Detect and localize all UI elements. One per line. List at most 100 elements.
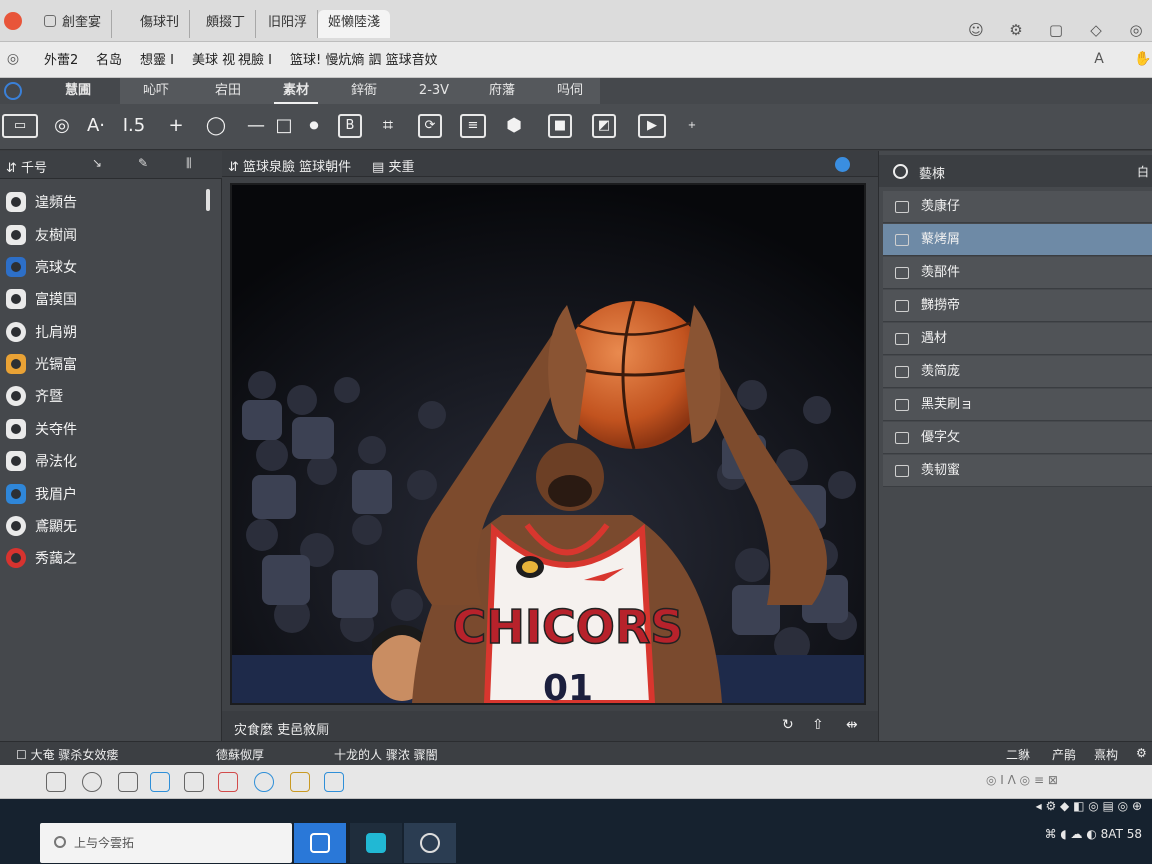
rect-tool-icon[interactable]: □ xyxy=(272,114,296,138)
app-tab-3[interactable]: 宕田 xyxy=(204,78,252,104)
folder-icon[interactable] xyxy=(290,772,310,792)
left-item-4[interactable]: 富摸国 xyxy=(6,288,77,312)
right-item-1[interactable]: 羡康仔 xyxy=(883,191,1152,223)
right-item-7[interactable]: 黑芙刷ョ xyxy=(883,389,1152,421)
right-item-2[interactable]: 藂烤屑 xyxy=(883,224,1152,256)
right-item-6[interactable]: 羡简庞 xyxy=(883,356,1152,388)
app-tab-8[interactable]: 吗伺 xyxy=(546,78,594,104)
app-tab-5[interactable]: 鋅衙 xyxy=(340,78,388,104)
photo-preview[interactable]: CHICORS 01 xyxy=(230,183,866,705)
right-item-8[interactable]: 優字攵 xyxy=(883,422,1152,454)
size-tool[interactable]: ꓲ.5 xyxy=(122,114,146,138)
stop-tool-icon[interactable]: ■ xyxy=(548,114,572,138)
rotate-icon[interactable]: ↻ xyxy=(782,717,794,733)
browser-tab-5[interactable]: 姬懒陸淺 xyxy=(318,10,391,38)
circle-tool-icon[interactable]: ◎ xyxy=(50,114,74,138)
line-tool[interactable]: — xyxy=(244,114,268,138)
window-icon[interactable] xyxy=(46,772,66,792)
list-tool-icon[interactable]: ≡ xyxy=(460,114,486,138)
pen-icon[interactable] xyxy=(12,772,32,792)
sort-icon[interactable]: ⇵ xyxy=(228,160,239,175)
web-icon[interactable] xyxy=(835,157,850,172)
doc-icon[interactable] xyxy=(324,772,344,792)
left-item-5[interactable]: 扎肩朔 xyxy=(6,321,77,345)
status-settings-icon[interactable]: ⚙ xyxy=(1136,746,1147,760)
mask-icon[interactable] xyxy=(118,772,138,792)
home-icon[interactable]: ◎ xyxy=(4,50,22,68)
columns-icon[interactable]: ⫼ xyxy=(186,156,192,171)
copy-icon[interactable]: ▢ xyxy=(1046,20,1066,40)
menu-item-4[interactable]: 美球 视 xyxy=(192,49,235,68)
up-icon[interactable]: ⇧ xyxy=(812,717,824,733)
crop-tool-icon[interactable]: ⌗ xyxy=(376,114,400,138)
add-tool[interactable]: + xyxy=(164,114,188,138)
video-tool-icon[interactable]: ▶ xyxy=(638,114,666,138)
filter-icon[interactable]: ⇵ xyxy=(6,161,17,176)
taskbar-search[interactable]: 上与今雲拓 xyxy=(40,823,292,863)
globe-icon[interactable]: ◎ xyxy=(1126,20,1146,40)
bold-tool[interactable]: B xyxy=(338,114,362,138)
user-icon[interactable]: A xyxy=(1090,50,1108,68)
extension-icon[interactable]: ☺ xyxy=(966,20,986,40)
menu-item-6[interactable]: 篮球! 慢炕熵 訵 篮球音妏 xyxy=(290,49,438,68)
right-item-5[interactable]: 遇材 xyxy=(883,323,1152,355)
menu-item-1[interactable]: 外蕾2 xyxy=(44,49,78,68)
taskbar-window-button[interactable] xyxy=(294,823,346,863)
frame-tool-icon[interactable]: ▭ xyxy=(2,114,38,138)
arrow-icon[interactable]: ↘ xyxy=(92,156,102,170)
left-item-8[interactable]: 关夺件 xyxy=(6,418,77,442)
left-item-7[interactable]: 齐暨 xyxy=(6,385,63,409)
settings-icon[interactable]: ⚙ xyxy=(1006,20,1026,40)
rotate-tool-icon[interactable]: ⟳ xyxy=(418,114,442,138)
menu-item-3[interactable]: 想靈 I xyxy=(140,49,174,68)
left-item-1[interactable]: 遑頻告 xyxy=(6,191,77,215)
tray-clock[interactable]: 8AT 58 xyxy=(1101,827,1142,841)
browser-tab-4[interactable]: 旧阳浮 xyxy=(258,10,319,38)
right-panel-corner[interactable]: 白 xyxy=(1137,163,1149,180)
menu-item-5[interactable]: 視臉 I xyxy=(238,49,272,68)
status-right-1[interactable]: 二貅 xyxy=(1006,746,1030,763)
left-item-6[interactable]: 光镉富 xyxy=(6,353,77,377)
app-red-icon[interactable] xyxy=(218,772,238,792)
status-right-3[interactable]: 熹构 xyxy=(1094,746,1118,763)
dock-tray-icons[interactable]: ◎ Ι Λ ◎ ≡ ⊠ xyxy=(986,773,1058,787)
stamp-tool-icon[interactable]: ⬢ xyxy=(502,114,526,138)
left-scrollbar[interactable] xyxy=(206,189,210,211)
app-circle-icon[interactable] xyxy=(254,772,274,792)
fit-icon[interactable]: ⇹ xyxy=(846,717,858,733)
shield-icon[interactable]: ◇ xyxy=(1086,20,1106,40)
app-tab-6[interactable]: 2-3V xyxy=(406,78,462,104)
browser-tab-3[interactable]: 頗掇丁 xyxy=(196,10,257,38)
left-item-12[interactable]: 秀藹之 xyxy=(6,547,77,571)
ellipse-tool-icon[interactable]: ◯ xyxy=(204,114,228,138)
app-logo-icon[interactable] xyxy=(4,82,22,100)
left-item-9[interactable]: 帚法化 xyxy=(6,450,77,474)
right-item-4[interactable]: 豑撈帝 xyxy=(883,290,1152,322)
app-blue-icon[interactable] xyxy=(150,772,170,792)
right-item-9[interactable]: 羡韧蜜 xyxy=(883,455,1152,487)
text-tool[interactable]: A· xyxy=(84,114,108,138)
more-tools-icon[interactable]: + xyxy=(680,114,704,138)
status-right-2[interactable]: 产鹃 xyxy=(1052,746,1076,763)
browser-logo-icon[interactable] xyxy=(4,12,22,30)
checkbox-icon[interactable]: ☐ xyxy=(16,748,27,762)
image-tool-icon[interactable]: ◩ xyxy=(592,114,616,138)
pin-icon[interactable]: ✎ xyxy=(138,156,148,170)
browser-tab-2[interactable]: 傷球刊 xyxy=(130,10,191,38)
hand-icon[interactable]: ✋ xyxy=(1134,50,1152,68)
chat-icon[interactable] xyxy=(82,772,102,792)
left-item-3[interactable]: 亮球女 xyxy=(6,256,77,280)
app-tab-4[interactable]: 素材 xyxy=(274,78,318,104)
left-item-11[interactable]: 鳶顯旡 xyxy=(6,515,77,539)
taskbar-app-button[interactable] xyxy=(404,823,456,863)
doc-icon[interactable]: ▤ xyxy=(372,160,384,175)
browser-tab-1[interactable]: 創奎宴 xyxy=(34,10,113,38)
toggle-tool-icon[interactable]: ⏺ xyxy=(302,114,326,138)
play-icon[interactable] xyxy=(184,772,204,792)
taskbar-chat-button[interactable] xyxy=(350,823,402,863)
right-item-3[interactable]: 羡郚件 xyxy=(883,257,1152,289)
app-tab-1[interactable]: 慧圃 xyxy=(56,78,100,104)
tray-icons[interactable]: ⌘ ◖ ☁ ◐ xyxy=(1045,827,1101,841)
menu-item-2[interactable]: 名岛 xyxy=(96,49,122,68)
left-item-10[interactable]: 我眉户 xyxy=(6,483,77,507)
